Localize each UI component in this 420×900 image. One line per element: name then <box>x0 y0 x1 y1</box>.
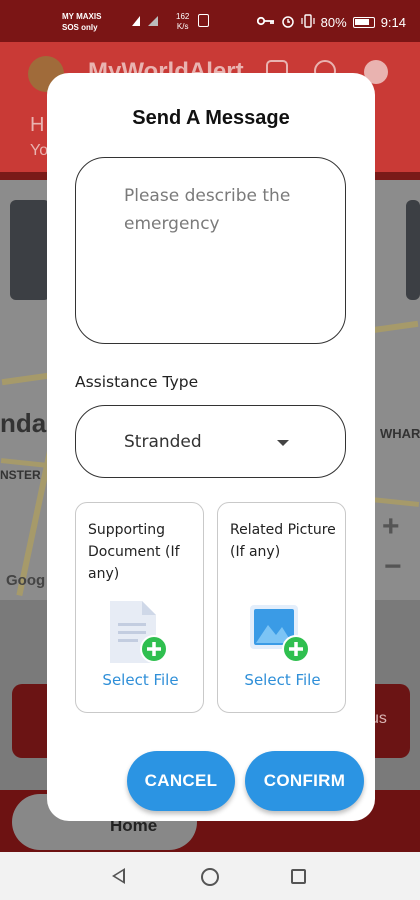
cancel-button[interactable]: CANCEL <box>127 751 235 811</box>
related-picture-label: Related Picture (If any) <box>230 522 336 560</box>
recent-apps-icon[interactable] <box>291 869 306 884</box>
assistance-type-value: Stranded <box>124 432 202 452</box>
notification-app-icon <box>198 14 209 27</box>
related-picture-upload[interactable]: Related Picture (If any) Select File <box>217 502 346 713</box>
back-icon[interactable] <box>112 868 125 884</box>
map-label: NSTER <box>0 468 41 482</box>
map-thumbnail[interactable] <box>406 200 420 300</box>
subtitle: Yo <box>30 142 49 159</box>
status-bar: MY MAXIS SOS only 162 K/s 80% 9:14 <box>0 0 420 42</box>
assistance-type-dropdown[interactable]: Stranded <box>75 405 346 478</box>
carrier-name: MY MAXIS <box>62 12 102 21</box>
document-add-icon <box>106 599 170 667</box>
map-thumbnail[interactable] <box>10 200 50 300</box>
carrier-status: SOS only <box>62 23 98 32</box>
supporting-document-upload[interactable]: Supporting Document (If any) Select File <box>75 502 204 713</box>
signal-icon <box>130 14 170 31</box>
dropdown-caret-icon <box>277 440 289 446</box>
battery-percent: 80% <box>320 15 347 30</box>
select-document-link[interactable]: Select File <box>76 671 205 689</box>
network-speed: 162 K/s <box>176 12 190 31</box>
zoom-in-icon[interactable]: + <box>382 510 400 544</box>
supporting-document-label: Supporting Document (If any) <box>88 522 180 582</box>
vibrate-icon <box>301 14 315 31</box>
battery-icon <box>352 17 375 28</box>
clock: 9:14 <box>380 15 406 30</box>
image-add-icon <box>248 599 312 667</box>
home-icon[interactable] <box>201 868 219 886</box>
google-watermark: Goog <box>6 572 46 589</box>
emergency-description-input[interactable] <box>124 182 327 332</box>
assistance-type-label: Assistance Type <box>75 373 199 391</box>
confirm-button[interactable]: CONFIRM <box>245 751 364 811</box>
select-picture-link[interactable]: Select File <box>218 671 347 689</box>
emergency-description-field[interactable] <box>75 157 346 344</box>
zoom-out-icon[interactable]: − <box>384 550 402 584</box>
map-label: nda <box>0 408 47 438</box>
carrier-info: MY MAXIS SOS only <box>62 11 101 33</box>
greeting: H <box>30 114 45 136</box>
send-message-dialog: Send A Message Assistance Type Stranded … <box>47 73 375 821</box>
dialog-title: Send A Message <box>132 107 290 129</box>
key-icon <box>256 15 275 30</box>
map-label: WHAR <box>380 426 420 441</box>
alarm-icon <box>281 14 295 31</box>
system-nav-bar <box>0 852 420 900</box>
